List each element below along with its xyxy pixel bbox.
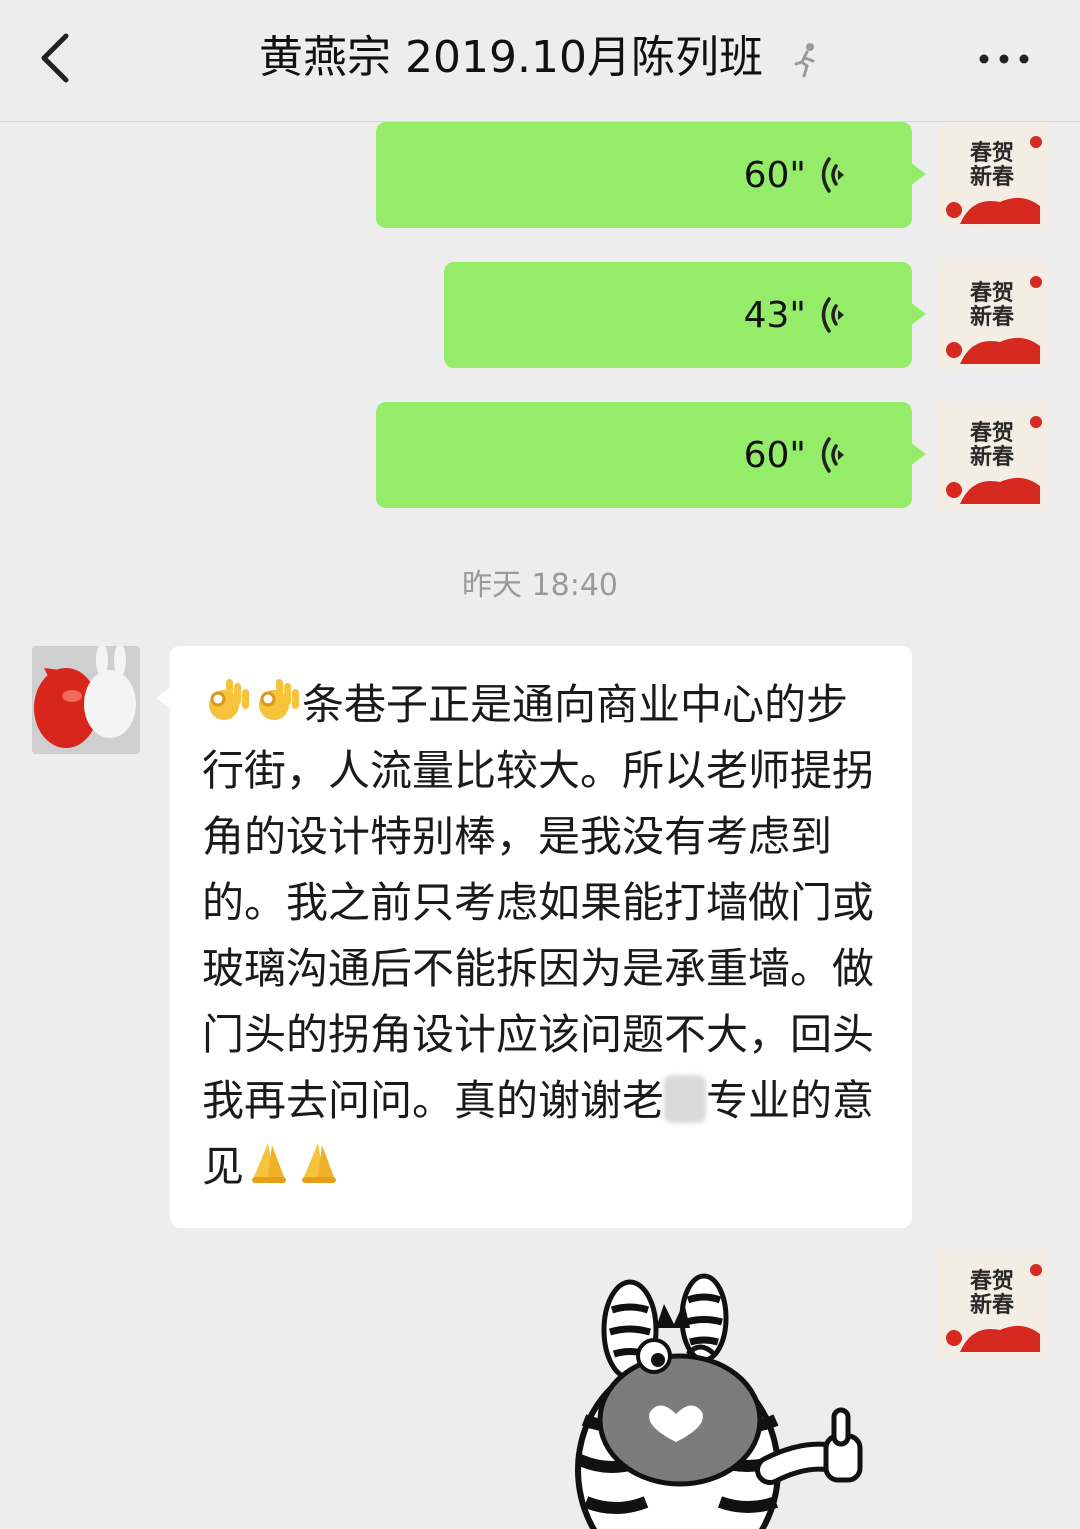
redacted-character [664,1075,707,1123]
sticker-message-row: 春贺 新春 [940,1250,1050,1358]
svg-text:新春: 新春 [970,444,1014,470]
voice-message-row: 60" 春贺 新春 [376,122,1050,230]
my-avatar[interactable]: 春贺 新春 [940,402,1050,510]
chat-header: 黄燕宗 2019.10月陈列班 [0,0,1080,122]
voice-message-bubble[interactable]: 43" [444,262,926,368]
chat-title-wrapper: 黄燕宗 2019.10月陈列班 [0,30,1080,86]
voice-duration: 43" [743,294,806,336]
ok-hand-emoji-icon [209,679,249,720]
svg-text:春贺: 春贺 [970,280,1014,306]
voice-message-row: 60" 春贺 新春 [376,402,1050,510]
svg-text:新春: 新春 [970,164,1014,190]
message-text: 条巷子正是通向商业中心的步行街，人流量比较大。所以老师提拐角的设计特别棒，是我没… [202,680,875,1125]
svg-text:新春: 新春 [970,304,1014,330]
svg-text:春贺: 春贺 [970,140,1014,166]
my-avatar[interactable]: 春贺 新春 [940,262,1050,370]
ok-hand-emoji-icon [259,679,299,720]
message-timestamp: 昨天 18:40 [462,568,618,603]
zebra-sticker[interactable] [570,1270,880,1529]
sender-avatar[interactable] [32,646,140,754]
voice-message-row: 43" 春贺 新春 [444,262,1050,370]
praying-hands-emoji-icon [302,1143,337,1183]
walking-person-icon [794,43,815,78]
svg-text:春贺: 春贺 [970,420,1014,446]
praying-hands-emoji-icon [252,1143,287,1183]
voice-wave-icon [821,157,844,193]
voice-wave-icon [821,437,844,473]
chat-title: 黄燕宗 2019.10月陈列班 [259,32,763,83]
voice-duration: 60" [743,434,806,476]
my-avatar[interactable]: 春贺 新春 [940,1250,1050,1358]
voice-message-bubble[interactable]: 60" [376,402,926,508]
svg-text:春贺: 春贺 [970,1268,1014,1294]
svg-text:新春: 新春 [970,1292,1014,1318]
text-message-row: 条巷子正是通向商业中心的步行街，人流量比较大。所以老师提拐角的设计特别棒，是我没… [32,646,912,1228]
text-message-bubble[interactable]: 条巷子正是通向商业中心的步行街，人流量比较大。所以老师提拐角的设计特别棒，是我没… [156,646,912,1228]
voice-duration: 60" [743,154,806,196]
my-avatar[interactable]: 春贺 新春 [940,122,1050,230]
voice-wave-icon [821,297,844,333]
more-options-button[interactable] [976,44,1032,74]
voice-message-bubble[interactable]: 60" [376,122,926,228]
